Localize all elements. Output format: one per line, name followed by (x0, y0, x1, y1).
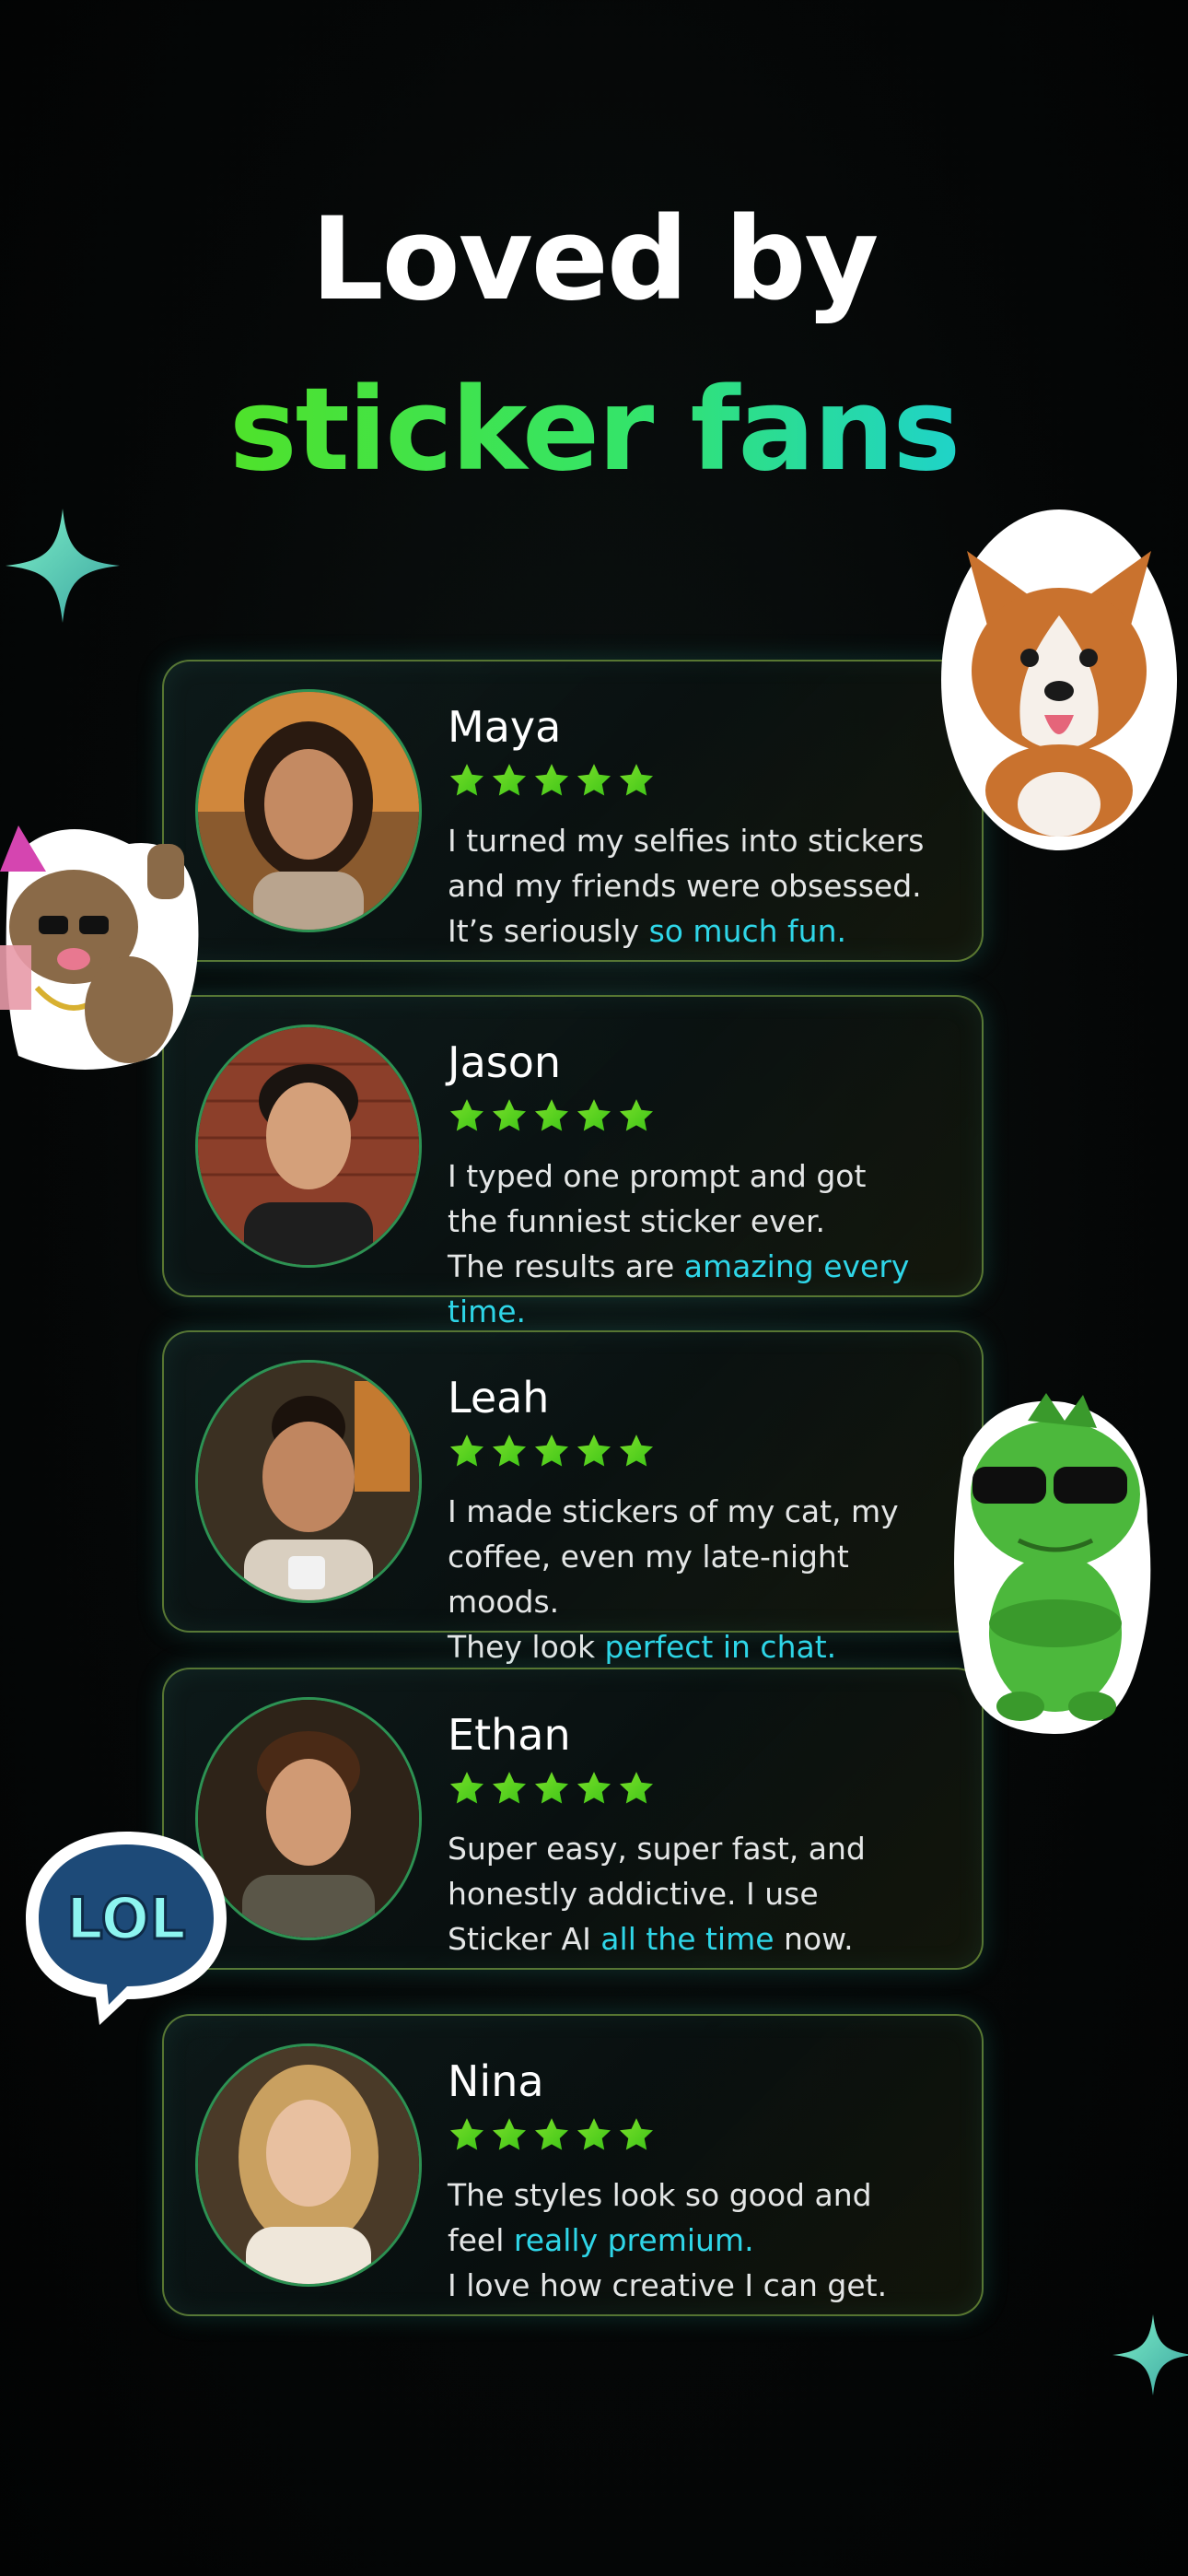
headline-line-1: Loved by (310, 193, 879, 326)
star-icon (532, 1769, 571, 1808)
sparkle-icon (1112, 2314, 1188, 2395)
party-cat-sticker (0, 825, 199, 1070)
star-icon (575, 761, 613, 800)
review-card-maya: Maya I turned my selfies into stickers a… (162, 660, 984, 962)
reviewer-name: Leah (448, 1373, 550, 1423)
star-icon (448, 1096, 486, 1135)
star-icon (448, 2115, 486, 2154)
review-text: I typed one prompt and got the funniest … (448, 1158, 910, 1329)
review-card-leah: Leah I made stickers of my cat, my coffe… (162, 1330, 984, 1665)
star-icon (575, 1096, 613, 1135)
review-text: Super easy, super fast, and honestly add… (448, 1831, 866, 1957)
review-text: I made stickers of my cat, my coffee, ev… (448, 1493, 899, 1665)
star-icon (532, 1432, 571, 1470)
star-icon (532, 1096, 571, 1135)
reviewer-name: Ethan (448, 1710, 571, 1760)
star-icon (617, 2115, 656, 2154)
star-icon (490, 2115, 529, 2154)
star-icon (617, 1096, 656, 1135)
star-icon (490, 761, 529, 800)
star-rating (448, 1096, 656, 1135)
lol-bubble-sticker: LOL (26, 1832, 227, 2025)
review-text: I turned my selfies into stickers and my… (448, 823, 925, 949)
lol-label: LOL (66, 1885, 186, 1952)
star-rating (448, 2115, 656, 2154)
sparkle-icon (6, 509, 120, 623)
star-icon (448, 1769, 486, 1808)
star-icon (575, 1432, 613, 1470)
star-icon (448, 1432, 486, 1470)
sunglasses-dino-sticker (954, 1393, 1151, 1734)
star-icon (448, 761, 486, 800)
avatar (195, 1025, 422, 1268)
star-icon (617, 1769, 656, 1808)
star-icon (617, 1432, 656, 1470)
reviewer-name: Nina (448, 2056, 544, 2106)
star-rating (448, 1432, 656, 1470)
star-icon (575, 1769, 613, 1808)
review-card-ethan: Ethan Super easy, super fast, and honest… (162, 1668, 984, 1970)
review-text: The styles look so good and feel really … (448, 2177, 888, 2303)
star-icon (490, 1096, 529, 1135)
star-icon (490, 1769, 529, 1808)
star-icon (617, 761, 656, 800)
star-icon (532, 2115, 571, 2154)
avatar (195, 2043, 422, 2287)
review-card-jason: Jason I typed one prompt and got the fun… (162, 995, 984, 1329)
avatar (195, 1360, 422, 1603)
reviewer-name: Maya (448, 702, 562, 752)
review-card-nina: Nina The styles look so good and feel re… (162, 2014, 984, 2316)
avatar (195, 689, 422, 932)
star-icon (532, 761, 571, 800)
reviewer-name: Jason (448, 1037, 562, 1087)
corgi-sticker (941, 509, 1177, 850)
star-rating (448, 761, 656, 800)
star-icon (490, 1432, 529, 1470)
star-rating (448, 1769, 656, 1808)
star-icon (575, 2115, 613, 2154)
